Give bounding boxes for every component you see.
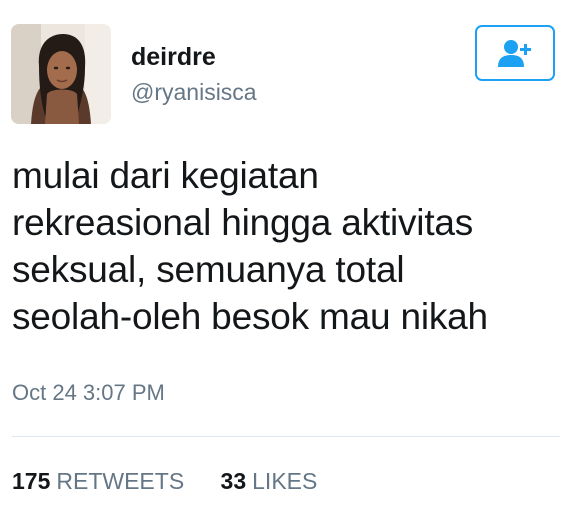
- tweet-text: mulai dari kegiatan rekreasional hingga …: [12, 152, 560, 340]
- divider: [12, 436, 560, 437]
- avatar-photo: [11, 24, 111, 124]
- follow-button[interactable]: [475, 25, 555, 81]
- retweets-stat[interactable]: 175 RETWEETS: [12, 467, 184, 495]
- display-name[interactable]: deirdre: [131, 42, 216, 72]
- tweet-text-line: seolah-oleh besok mau nikah: [12, 296, 488, 337]
- tweet-card: deirdre @ryanisisca mulai dari kegiatan …: [0, 0, 572, 519]
- likes-stat[interactable]: 33 LIKES: [221, 467, 318, 495]
- likes-label: LIKES: [252, 468, 318, 494]
- add-user-icon: [498, 40, 531, 67]
- tweet-stats: 175 RETWEETS 33 LIKES: [12, 467, 347, 495]
- retweets-label: RETWEETS: [56, 468, 185, 494]
- tweet-text-line: seksual, semuanya total: [12, 249, 405, 290]
- tweet-text-line: rekreasional hingga aktivitas: [12, 202, 474, 243]
- user-handle[interactable]: @ryanisisca: [131, 78, 257, 106]
- likes-count: 33: [220, 468, 247, 494]
- retweets-count: 175: [12, 468, 51, 494]
- tweet-text-line: mulai dari kegiatan: [12, 155, 319, 196]
- tweet-timestamp[interactable]: Oct 24 3:07 PM: [12, 380, 165, 406]
- avatar[interactable]: [11, 24, 111, 124]
